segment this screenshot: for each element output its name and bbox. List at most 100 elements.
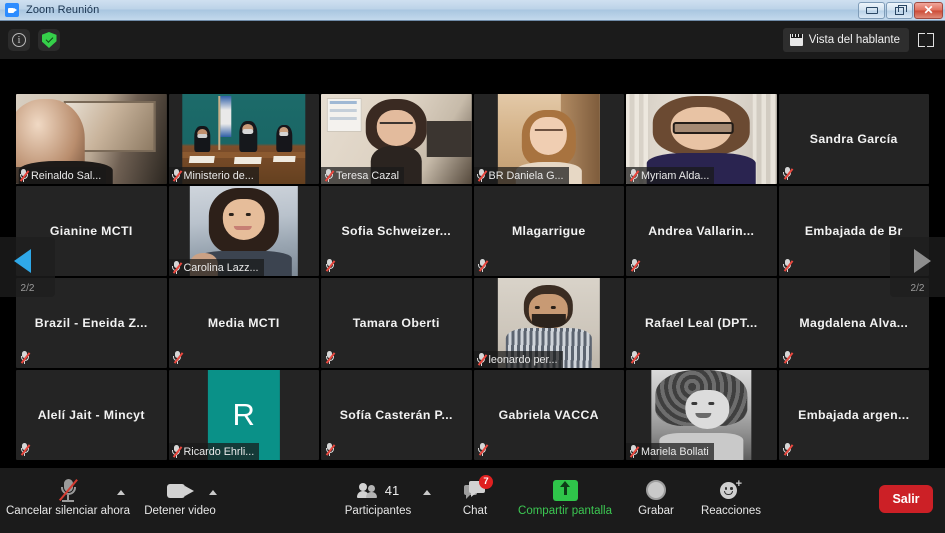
audio-options-caret[interactable] (117, 490, 125, 495)
microphone-muted-icon (172, 261, 182, 274)
window-titlebar: Zoom Reunión ✕ (0, 0, 945, 21)
participant-tile[interactable]: Embajada argen... (778, 370, 929, 460)
participant-tile[interactable]: Mlagarrigue (473, 186, 624, 276)
participant-tile[interactable]: Reinaldo Sal... (16, 94, 167, 184)
participant-name: Brazil - Eneida Z... (34, 316, 148, 330)
participant-tile[interactable]: Carolina Lazz... (168, 186, 319, 276)
participant-name-strip: Mariela Bollati (626, 443, 714, 460)
participant-tile[interactable]: Rafael Leal (DPT... (626, 278, 777, 368)
participant-tile[interactable]: Sandra García (778, 94, 929, 184)
chat-button[interactable]: 7 Chat (452, 475, 498, 526)
zoom-meeting-window: Zoom Reunión ✕ i Vista del hablante Rein… (0, 0, 945, 533)
microphone-muted-icon (58, 477, 79, 503)
encryption-button[interactable] (38, 29, 60, 51)
participant-tile[interactable]: Andrea Vallarin... (626, 186, 777, 276)
mute-indicator (325, 443, 336, 456)
microphone-muted-icon (477, 353, 487, 366)
chat-label: Chat (462, 505, 488, 517)
participant-tile[interactable]: Sofia Schweizer... (321, 186, 472, 276)
participant-name: BR Daniela G... (488, 169, 564, 182)
restore-button[interactable] (886, 1, 913, 19)
participants-button[interactable]: 41 Participantes (338, 476, 418, 526)
microphone-muted-icon (20, 351, 31, 364)
participant-tile[interactable]: Tamara Oberti (321, 278, 472, 368)
participant-tile[interactable]: R Ricardo Ehrli... (168, 370, 319, 460)
participant-name: Tamara Oberti (352, 316, 440, 330)
participant-gallery: Reinaldo Sal... Ministerio de... Teresa Ca… (0, 59, 945, 468)
microphone-muted-icon (478, 259, 488, 272)
participant-tile[interactable]: Mariela Bollati (626, 370, 777, 460)
participant-name: Magdalena Alva... (799, 316, 909, 330)
record-button[interactable]: Grabar (628, 476, 684, 526)
participant-name-strip: Carolina Lazz... (168, 259, 264, 276)
participants-count: 41 (384, 482, 400, 498)
mute-indicator (630, 351, 641, 364)
speaker-view-button[interactable]: Vista del hablante (782, 28, 909, 52)
fullscreen-corner-icon (927, 33, 934, 40)
close-button[interactable]: ✕ (914, 1, 943, 19)
microphone-muted-icon (783, 259, 793, 272)
participant-name-strip: Myriam Alda... (626, 167, 715, 184)
video-options-caret[interactable] (209, 490, 217, 495)
window-controls: ✕ (857, 0, 945, 20)
participant-name: Mariela Bollati (641, 445, 709, 458)
reactions-icon-wrap: + (720, 476, 742, 504)
microphone-muted-icon (324, 169, 335, 182)
fullscreen-button[interactable] (915, 29, 937, 51)
leave-meeting-button[interactable]: Salir (879, 485, 933, 513)
mute-indicator (20, 443, 31, 456)
microphone-muted-icon (630, 351, 641, 364)
minimize-button[interactable] (858, 1, 885, 19)
microphone-muted-icon (783, 443, 793, 456)
mute-indicator (478, 259, 488, 272)
microphone-muted-icon (325, 443, 336, 456)
record-icon-wrap (646, 476, 666, 504)
participant-name: Ministerio de... (183, 169, 254, 182)
microphone-muted-icon (325, 351, 336, 364)
participant-name-strip: leonardo per... (473, 351, 563, 368)
participant-name: Media MCTI (207, 316, 280, 330)
meeting-topbar: i Vista del hablante (0, 21, 945, 59)
microphone-muted-icon (172, 169, 182, 182)
chat-icon-wrap: 7 (464, 475, 493, 504)
participant-tile[interactable]: Myriam Alda... (626, 94, 777, 184)
share-screen-button[interactable]: Compartir pantalla (510, 476, 620, 526)
participant-tile[interactable]: Teresa Cazal (321, 94, 472, 184)
participant-tile[interactable]: Alelí Jait - Mincyt (16, 370, 167, 460)
next-page-button[interactable]: 2/2 (890, 237, 945, 297)
meeting-toolbar: Cancelar silenciar ahora Detener video 4… (0, 468, 945, 533)
participant-tile[interactable]: Media MCTI (168, 278, 319, 368)
participant-name: Mlagarrigue (511, 224, 586, 238)
participant-name: Sofía Casterán P... (339, 408, 453, 422)
chevron-left-icon (14, 249, 31, 273)
mute-indicator (478, 443, 488, 456)
stop-video-button[interactable]: Detener video (140, 476, 220, 526)
fullscreen-corner-icon (918, 40, 925, 47)
meeting-info-button[interactable]: i (8, 29, 30, 51)
window-title: Zoom Reunión (26, 4, 100, 16)
reactions-button[interactable]: + Reacciones (692, 476, 770, 526)
page-indicator-left: 2/2 (20, 283, 35, 294)
participants-options-caret[interactable] (423, 490, 431, 495)
chat-unread-badge: 7 (479, 475, 493, 489)
participant-tile[interactable]: Ministerio de... (168, 94, 319, 184)
mute-indicator (630, 259, 641, 272)
participant-tile[interactable]: Sofía Casterán P... (321, 370, 472, 460)
previous-page-button[interactable]: 2/2 (0, 237, 55, 297)
participant-tile[interactable]: Gabriela VACCA (473, 370, 624, 460)
stop-video-label: Detener video (144, 505, 216, 517)
microphone-muted-icon (478, 443, 488, 456)
mute-button[interactable]: Cancelar silenciar ahora (6, 476, 131, 526)
participant-name-strip: Teresa Cazal (321, 167, 405, 184)
gallery-view-icon (789, 34, 803, 46)
mute-button-label: Cancelar silenciar ahora (6, 505, 131, 517)
microphone-muted-icon (20, 443, 31, 456)
participant-tile[interactable]: leonardo per... (473, 278, 624, 368)
microphone-muted-icon (783, 351, 793, 364)
close-icon: ✕ (923, 2, 934, 17)
participant-name-strip: Reinaldo Sal... (16, 167, 107, 184)
participant-name: Andrea Vallarin... (648, 224, 755, 238)
participant-tile[interactable]: BR Daniela G... (473, 94, 624, 184)
participant-name-strip: BR Daniela G... (473, 167, 569, 184)
camera-icon (166, 482, 194, 499)
